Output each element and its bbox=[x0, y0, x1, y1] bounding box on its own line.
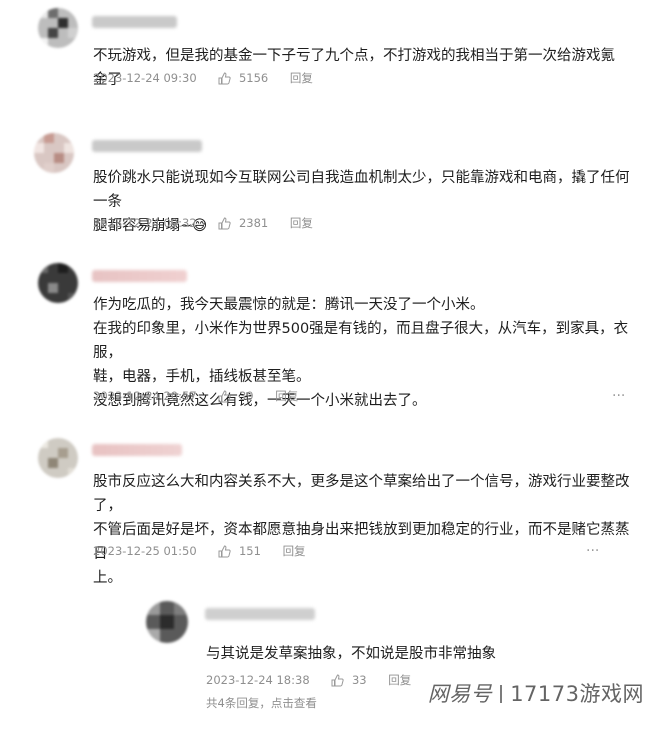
avatar[interactable] bbox=[34, 133, 74, 173]
watermark-text: 17173游戏网 bbox=[510, 682, 644, 706]
like-count: 33 bbox=[351, 673, 367, 687]
watermark-logo: 网易号 bbox=[427, 682, 493, 706]
username[interactable] bbox=[92, 16, 177, 28]
timestamp: 2023-12-24 18:38 bbox=[206, 673, 310, 687]
comment-item: 作为吃瓜的，我今天最震惊的就是：腾讯一天没了一个小米。 在我的印象里，小米作为世… bbox=[0, 255, 660, 425]
comment-item: 不玩游戏，但是我的基金一下子亏了九个点，不打游戏的我相当于第一次给游戏氪金了 2… bbox=[0, 0, 660, 120]
comment-line: 在我的印象里，小米作为世界500强是有钱的，而且盘子很大，从汽车，到家具，衣服， bbox=[93, 321, 629, 361]
comment-text: 股市反应这么大和内容关系不大，更多是这个草案给出了一个信号，游戏行业要整改了， … bbox=[93, 470, 633, 590]
comment-meta: 2023-12-24 09:32 2381 回复 bbox=[93, 215, 313, 231]
reply-button[interactable]: 回复 bbox=[275, 388, 298, 404]
reply-button[interactable]: 回复 bbox=[388, 672, 411, 688]
avatar[interactable] bbox=[38, 263, 78, 303]
comment-item: 股市反应这么大和内容关系不大，更多是这个草案给出了一个信号，游戏行业要整改了， … bbox=[0, 432, 660, 586]
avatar[interactable] bbox=[38, 438, 78, 478]
reply-button[interactable]: 回复 bbox=[290, 215, 313, 231]
reply-button[interactable]: 回复 bbox=[283, 543, 306, 559]
username[interactable] bbox=[92, 444, 182, 456]
username[interactable] bbox=[92, 270, 187, 282]
thumb-up-icon[interactable] bbox=[218, 389, 231, 403]
comment-line: 作为吃瓜的，我今天最震惊的就是：腾讯一天没了一个小米。 bbox=[93, 297, 485, 313]
comment-meta: 2023-12-25 01:50 151 回复 bbox=[93, 543, 306, 559]
comment-line: 股价跳水只能说现如今互联网公司自我造血机制太少，只能靠游戏和电商，撬了任何一条 bbox=[93, 170, 630, 210]
timestamp: 2023-12-24 09:30 bbox=[93, 71, 197, 85]
thumb-up-icon[interactable] bbox=[218, 544, 231, 558]
comment-line: 鞋，电器，手机，插线板甚至笔。 bbox=[93, 369, 311, 385]
avatar[interactable] bbox=[38, 8, 78, 48]
comment-line: 与其说是发草案抽象，不如说是股市非常抽象 bbox=[206, 646, 496, 662]
comment-line: 股市反应这么大和内容关系不大，更多是这个草案给出了一个信号，游戏行业要整改了， bbox=[93, 474, 630, 514]
view-replies-link[interactable]: 共4条回复，点击查看 bbox=[206, 695, 317, 711]
more-dots-icon[interactable]: ··· bbox=[586, 543, 599, 559]
username[interactable] bbox=[92, 140, 202, 152]
timestamp: 2023-12-24 09:32 bbox=[93, 216, 197, 230]
comment-meta: 2023-12-24 09:30 5156 回复 bbox=[93, 70, 313, 86]
watermark: 网易号 17173游戏网 bbox=[428, 678, 644, 708]
reply-button[interactable]: 回复 bbox=[290, 70, 313, 86]
comment-item: 股价跳水只能说现如今互联网公司自我造血机制太少，只能靠游戏和电商，撬了任何一条 … bbox=[0, 125, 660, 245]
like-count: 151 bbox=[238, 544, 261, 558]
timestamp: 2023-12-24 20:57 bbox=[93, 389, 197, 403]
comment-meta: 2023-12-24 18:38 33 回复 bbox=[206, 672, 411, 688]
more-dots-icon[interactable]: ··· bbox=[612, 388, 625, 404]
like-count: 5156 bbox=[238, 71, 269, 85]
avatar[interactable] bbox=[146, 601, 188, 643]
comment-text: 与其说是发草案抽象，不如说是股市非常抽象 bbox=[206, 642, 626, 666]
like-count: 2381 bbox=[238, 216, 269, 230]
username[interactable] bbox=[205, 608, 315, 620]
thumb-up-icon[interactable] bbox=[331, 673, 344, 687]
like-count: 39 bbox=[238, 389, 254, 403]
comment-meta: 2023-12-24 20:57 39 回复 bbox=[93, 388, 298, 404]
timestamp: 2023-12-25 01:50 bbox=[93, 544, 197, 558]
thumb-up-icon[interactable] bbox=[218, 71, 231, 85]
thumb-up-icon[interactable] bbox=[218, 216, 231, 230]
comment-line: 上。 bbox=[93, 570, 122, 586]
